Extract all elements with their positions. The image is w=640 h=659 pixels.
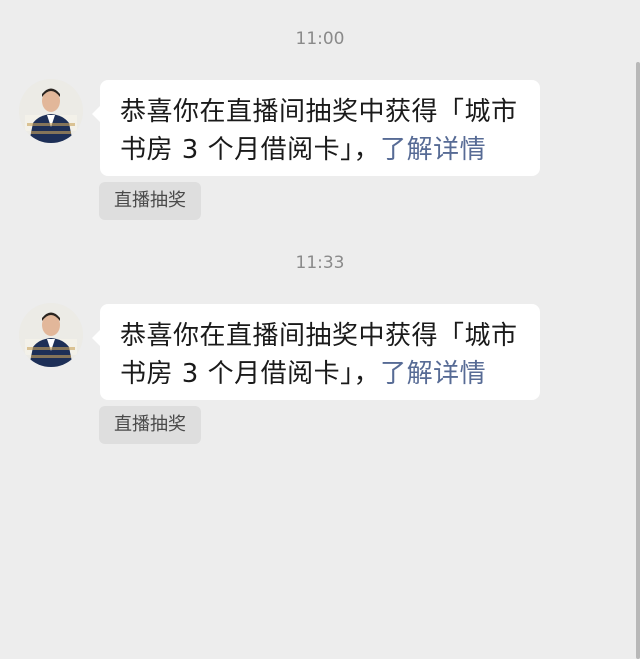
message-bubble[interactable]: 恭喜你在直播间抽奖中获得「城市书房 3 个月借阅卡」，了解详情 (92, 304, 540, 400)
message-bubble[interactable]: 恭喜你在直播间抽奖中获得「城市书房 3 个月借阅卡」，了解详情 (92, 80, 540, 176)
details-link[interactable]: 了解详情 (380, 359, 486, 389)
timestamp: 11:33 (295, 253, 345, 273)
scrollbar[interactable] (636, 62, 640, 659)
avatar[interactable] (19, 303, 83, 367)
timestamp: 11:00 (295, 29, 345, 49)
avatar[interactable] (19, 79, 83, 143)
source-tag[interactable]: 直播抽奖 (99, 182, 201, 220)
avatar-image (19, 303, 83, 367)
details-link[interactable]: 了解详情 (380, 135, 486, 165)
source-tag[interactable]: 直播抽奖 (99, 406, 201, 444)
avatar-image (19, 79, 83, 143)
